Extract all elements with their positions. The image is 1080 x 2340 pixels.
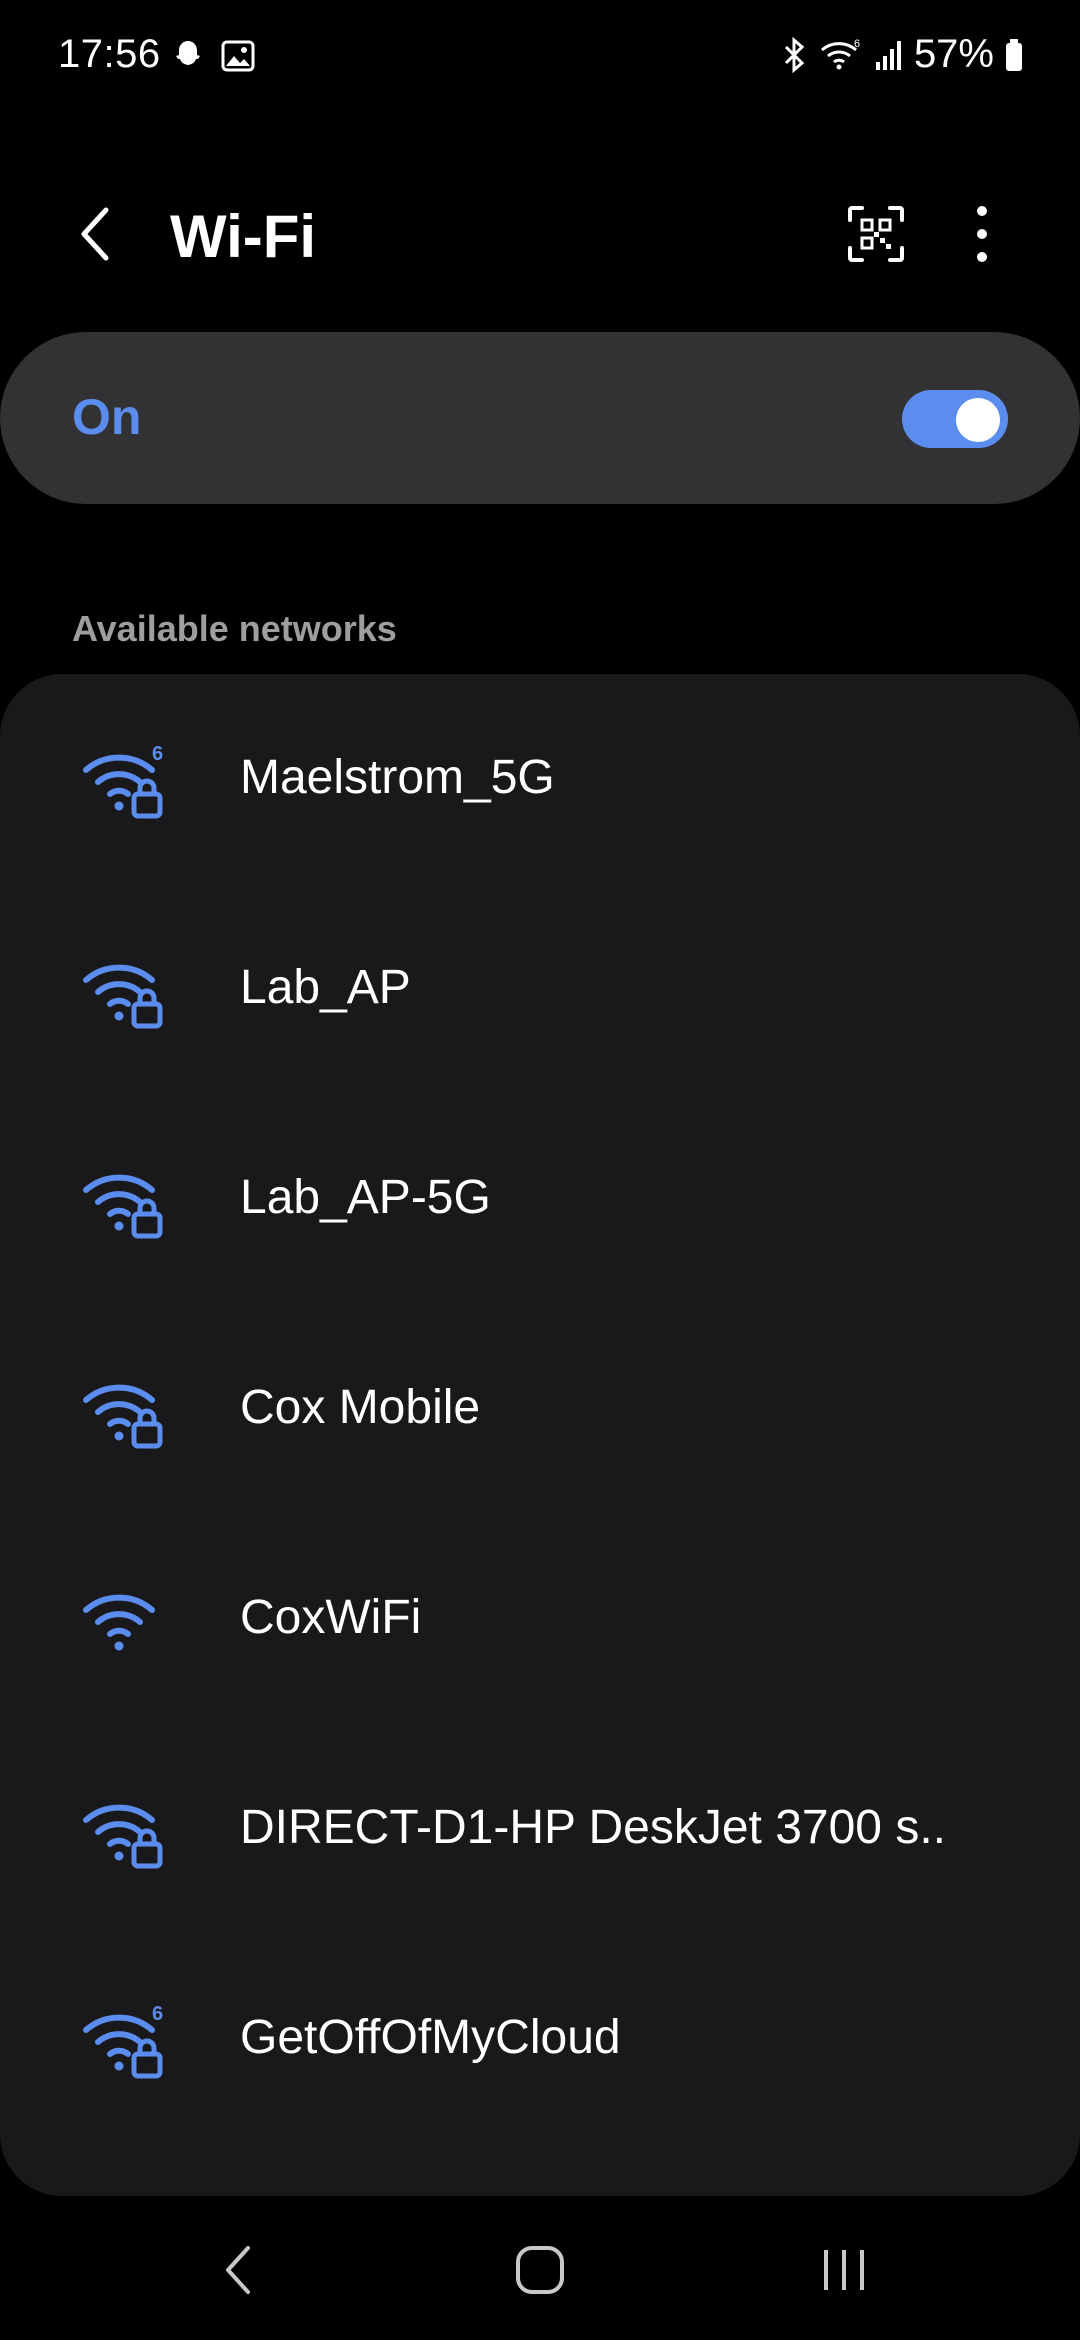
wifi-secured-icon [82,1370,172,1450]
toggle-label: On [72,389,142,445]
snapchat-icon [176,41,200,65]
network-row[interactable]: CoxWiFi [0,1514,1080,1724]
svg-text:6: 6 [152,743,163,765]
wifi-secured-icon [82,950,172,1030]
svg-text:6: 6 [854,38,860,50]
switch-knob [956,398,1000,442]
wifi-secured-icon [82,1790,172,1870]
back-arrow-icon [81,207,109,261]
network-name: Lab_AP-5G [240,1171,491,1224]
wifi-6-icon: 6 [820,38,860,69]
wifi-switch[interactable] [902,390,1008,448]
network-name: DIRECT-D1-HP DeskJet 3700 s.. [240,1801,947,1854]
status-time: 17:56 [58,32,161,76]
status-notification-icons [170,38,256,74]
network-name: Lab_AP [240,961,411,1014]
qr-scan-button[interactable] [846,204,906,264]
more-options-button[interactable] [960,202,1004,266]
network-row[interactable]: DIRECT-D1-HP DeskJet 3700 s.. [0,1724,1080,1934]
network-list: 6 Maelstrom_5G Lab_AP Lab_AP-5G Cox Mobile Co… [0,674,1080,2196]
battery-percentage: 57% [913,32,994,76]
back-nav-icon [226,2246,250,2294]
network-name: CoxWiFi [240,1591,422,1644]
nav-home-button[interactable] [510,2240,570,2300]
wifi-secured-icon: 6 [82,2000,172,2080]
network-name: Cox Mobile [240,1381,481,1434]
network-name: GetOffOfMyCloud [240,2011,621,2064]
wifi-open-icon [82,1580,172,1660]
page-title: Wi-Fi [170,203,317,270]
home-nav-icon [516,2246,564,2294]
network-row[interactable]: Cox Mobile [0,1304,1080,1514]
network-row[interactable]: 6 Maelstrom_5G [0,674,1080,884]
navigation-bar [0,2196,1080,2340]
battery-icon [1006,38,1022,71]
app-bar: Wi-Fi [0,190,1080,280]
nav-back-button[interactable] [210,2240,270,2300]
network-row[interactable]: 6 GetOffOfMyCloud [0,1934,1080,2144]
network-name: Maelstrom_5G [240,751,555,804]
more-vert-icon [977,206,987,216]
network-row[interactable]: Lab_AP-5G [0,1094,1080,1304]
svg-text:6: 6 [152,2003,163,2025]
nav-recents-button[interactable] [814,2240,874,2300]
bluetooth-icon [784,36,805,73]
status-bar: 17:56 6 57% [0,0,1080,116]
wifi-secured-icon [82,1160,172,1240]
status-system-icons: 6 57% [778,32,1024,77]
wifi-secured-icon: 6 [82,740,172,820]
qr-scan-icon [848,206,904,262]
network-row[interactable]: Lab_AP [0,884,1080,1094]
back-button[interactable] [66,204,126,264]
available-networks-header: Available networks [72,608,397,649]
wifi-master-toggle-row[interactable]: On [0,332,1080,504]
cellular-signal-icon [875,40,901,70]
recents-nav-icon [824,2250,864,2290]
image-icon [221,40,255,72]
